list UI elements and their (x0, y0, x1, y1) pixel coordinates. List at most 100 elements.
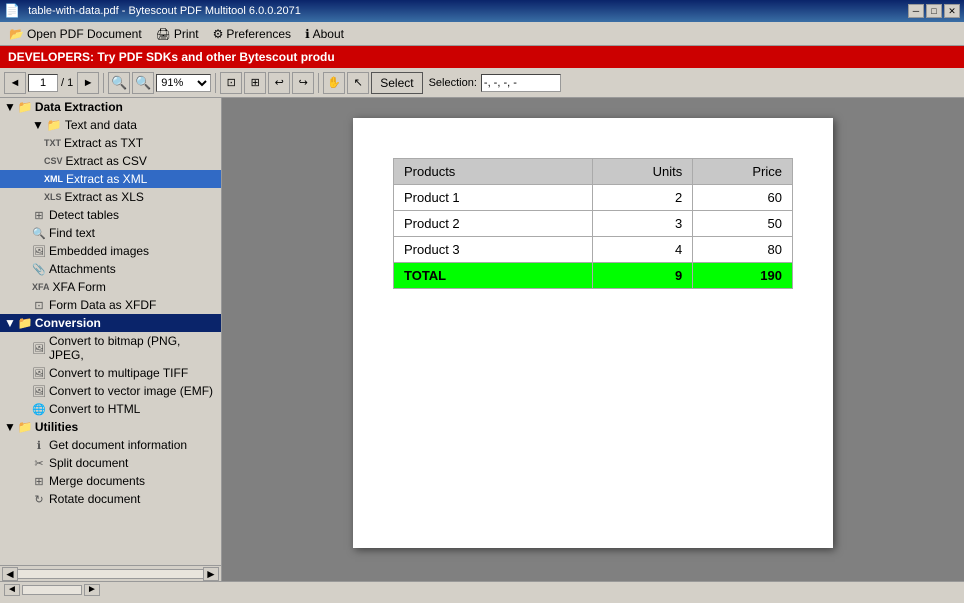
attachments-label: Attachments (49, 262, 116, 276)
find-text-label: Find text (49, 226, 95, 240)
sidebar-item-merge-docs[interactable]: ⊞ Merge documents (0, 472, 221, 490)
sidebar-item-extract-xml[interactable]: XML Extract as XML (0, 170, 221, 188)
expand-sub-icon: ▼ (32, 118, 44, 132)
xfdf-icon: ⊡ (32, 299, 46, 312)
back-button[interactable]: ◄ (4, 72, 26, 94)
sidebar-item-rotate-doc[interactable]: ↻ Rotate document (0, 490, 221, 508)
tool-btn-2[interactable]: ⊞ (244, 72, 266, 94)
expand-icon-util: ▼ (4, 420, 16, 434)
doc-info-icon: ℹ (32, 439, 46, 452)
cell-product2-units: 3 (593, 211, 693, 237)
separator3 (318, 73, 319, 93)
xfa-form-label: XFA Form (53, 280, 106, 294)
zoom-in-button[interactable]: 🔍 (132, 72, 154, 94)
about-icon: ℹ (305, 27, 310, 41)
convert-emf-label: Convert to vector image (EMF) (49, 384, 213, 398)
tool-btn-1[interactable]: ⊡ (220, 72, 242, 94)
select-button[interactable]: Select (371, 72, 422, 94)
minimize-button[interactable]: ─ (908, 4, 924, 18)
sidebar-item-extract-txt[interactable]: TXT Extract as TXT (0, 134, 221, 152)
split-doc-label: Split document (49, 456, 128, 470)
sidebar-item-form-data-xfdf[interactable]: ⊡ Form Data as XFDF (0, 296, 221, 314)
hscroll-right[interactable]: ► (203, 567, 219, 581)
zoom-select[interactable]: 91% 75% 100% 125% (156, 74, 211, 92)
pdf-table: Products Units Price Product 1 2 60 Prod… (393, 158, 793, 289)
cell-total-units: 9 (593, 263, 693, 289)
table-row: Product 2 3 50 (394, 211, 793, 237)
separator (103, 73, 104, 93)
form-data-xfdf-label: Form Data as XFDF (49, 298, 156, 312)
preferences-button[interactable]: ⚙ Preferences (206, 24, 298, 44)
hscroll-left[interactable]: ◄ (2, 567, 18, 581)
sidebar-item-convert-tiff[interactable]: 🖼 Convert to multipage TIFF (0, 364, 221, 382)
zoom-out-button[interactable]: 🔍 (108, 72, 130, 94)
print-button[interactable]: 🖨 Print (149, 24, 206, 44)
sidebar-item-convert-html[interactable]: 🌐 Convert to HTML (0, 400, 221, 418)
conversion-label: Conversion (35, 316, 101, 330)
cell-product2-name: Product 2 (394, 211, 593, 237)
table-total-row: TOTAL 9 190 (394, 263, 793, 289)
extract-csv-label: Extract as CSV (66, 154, 147, 168)
table-row: Product 1 2 60 (394, 185, 793, 211)
tiff-icon: 🖼 (32, 367, 46, 380)
status-right-btn[interactable]: ► (84, 584, 100, 596)
detect-tables-icon: ⊞ (32, 209, 46, 222)
embedded-images-label: Embedded images (49, 244, 149, 258)
xml-icon: XML (44, 174, 63, 184)
section-utilities-header[interactable]: ▼ 📁 Utilities (0, 418, 221, 436)
cell-total-label: TOTAL (394, 263, 593, 289)
sidebar-item-text-and-data[interactable]: ▼ 📁 Text and data (0, 116, 221, 134)
select-label: Select (380, 76, 413, 90)
cell-product1-name: Product 1 (394, 185, 593, 211)
sidebar-tree: ▼ 📁 Data Extraction ▼ 📁 Text and data TX… (0, 98, 221, 565)
sidebar-item-split-doc[interactable]: ✂ Split document (0, 454, 221, 472)
open-pdf-button[interactable]: 📂 Open PDF Document (2, 24, 149, 44)
txt-icon: TXT (44, 138, 61, 148)
tool-btn-3[interactable]: ↩ (268, 72, 290, 94)
merge-icon: ⊞ (32, 475, 46, 488)
page-number-input[interactable] (28, 74, 58, 92)
text-and-data-label: Text and data (65, 118, 137, 132)
sidebar-item-extract-xls[interactable]: XLS Extract as XLS (0, 188, 221, 206)
section-label: Data Extraction (35, 100, 123, 114)
sidebar-hscroll[interactable]: ◄ ► (0, 565, 221, 581)
cell-total-price: 190 (693, 263, 793, 289)
pdf-viewer[interactable]: Products Units Price Product 1 2 60 Prod… (222, 98, 964, 581)
sidebar-item-convert-emf[interactable]: 🖼 Convert to vector image (EMF) (0, 382, 221, 400)
col-header-products: Products (394, 159, 593, 185)
sidebar-item-find-text[interactable]: 🔍 Find text (0, 224, 221, 242)
extract-txt-label: Extract as TXT (64, 136, 143, 150)
cell-product1-price: 60 (693, 185, 793, 211)
sidebar-item-extract-csv[interactable]: CSV Extract as CSV (0, 152, 221, 170)
about-button[interactable]: ℹ About (298, 24, 351, 44)
get-doc-info-label: Get document information (49, 438, 187, 452)
tool-btn-4[interactable]: ↪ (292, 72, 314, 94)
cursor-tool-button[interactable]: ↖ (347, 72, 369, 94)
print-icon: 🖨 (156, 27, 171, 41)
sidebar-item-get-doc-info[interactable]: ℹ Get document information (0, 436, 221, 454)
attachments-icon: 📎 (32, 263, 46, 276)
convert-tiff-label: Convert to multipage TIFF (49, 366, 188, 380)
col-header-price: Price (693, 159, 793, 185)
close-button[interactable]: ✕ (944, 4, 960, 18)
detect-tables-label: Detect tables (49, 208, 119, 222)
sidebar-item-embedded-images[interactable]: 🖼 Embedded images (0, 242, 221, 260)
status-left-btn[interactable]: ◄ (4, 584, 20, 596)
html-icon: 🌐 (32, 403, 46, 416)
section-conversion-header[interactable]: ▼ 📁 Conversion (0, 314, 221, 332)
rotate-doc-label: Rotate document (49, 492, 140, 506)
selection-input[interactable] (481, 74, 561, 92)
section-data-extraction-header[interactable]: ▼ 📁 Data Extraction (0, 98, 221, 116)
maximize-button[interactable]: □ (926, 4, 942, 18)
sidebar-item-detect-tables[interactable]: ⊞ Detect tables (0, 206, 221, 224)
table-row: Product 3 4 80 (394, 237, 793, 263)
sidebar-item-attachments[interactable]: 📎 Attachments (0, 260, 221, 278)
forward-button[interactable]: ► (77, 72, 99, 94)
hand-tool-button[interactable]: ✋ (323, 72, 345, 94)
embedded-images-icon: 🖼 (32, 245, 46, 258)
folder-sub-icon: 📁 (47, 118, 62, 132)
sidebar: ▼ 📁 Data Extraction ▼ 📁 Text and data TX… (0, 98, 222, 581)
sidebar-item-xfa-form[interactable]: XFA XFA Form (0, 278, 221, 296)
sidebar-item-convert-bitmap[interactable]: 🖼 Convert to bitmap (PNG, JPEG, (0, 332, 221, 364)
page-total: / 1 (59, 77, 75, 89)
